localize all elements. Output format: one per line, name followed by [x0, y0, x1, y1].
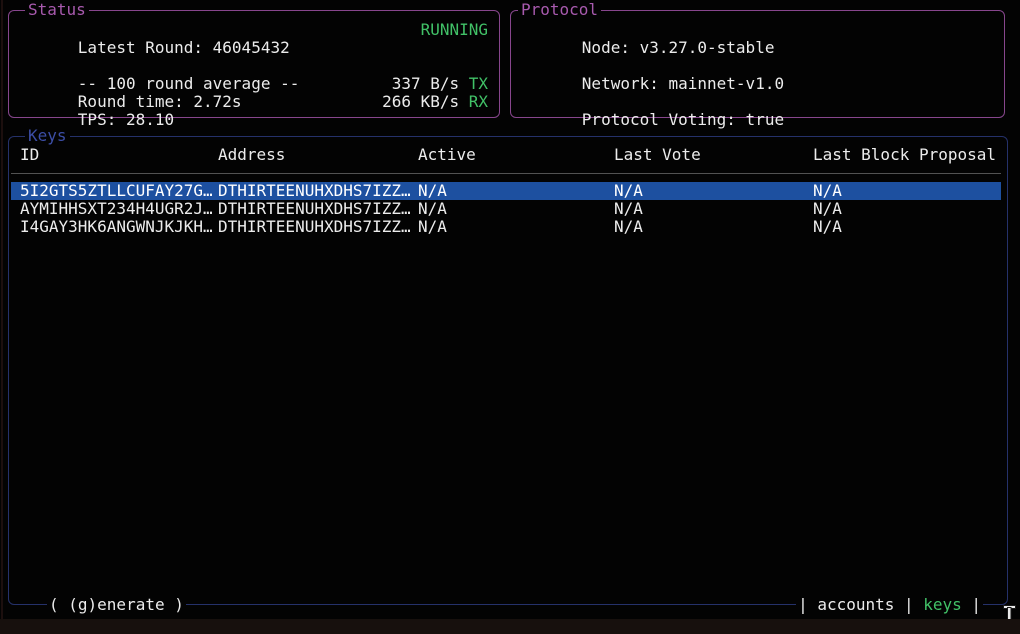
window-edge-bottom — [0, 619, 1020, 634]
protocol-panel: Protocol Node: v3.27.0-stable Network: m… — [510, 10, 1005, 118]
rx-label: RX — [469, 93, 488, 111]
column-header-last-block-proposal: Last Block Proposal — [813, 146, 996, 164]
window-edge-left — [1, 0, 3, 634]
key-address: DTHIRTEENUHXDHS7IZZ… — [218, 200, 411, 218]
key-id: I4GAY3HK6ANGWNJKJKH… — [20, 218, 213, 236]
key-id: 5I2GTS5ZTLLCUFAY27G… — [20, 182, 213, 200]
tab-separator: | — [971, 596, 981, 614]
column-header-last-vote: Last Vote — [614, 146, 701, 164]
network-line: Network: mainnet-v1.0 — [524, 57, 993, 75]
column-header-id: ID — [20, 146, 39, 164]
status-running-badge: RUNNING — [421, 21, 488, 39]
key-last-vote: N/A — [614, 218, 643, 236]
round-average-header: -- 100 round average -- — [20, 57, 488, 75]
tab-separator: | — [904, 596, 914, 614]
view-tabbar: | accounts | keys | — [796, 596, 983, 614]
status-panel-title: Status — [25, 1, 89, 19]
terminal-screen: Status Latest Round: 46045432 RUNNING --… — [0, 0, 1020, 634]
table-row[interactable]: 5I2GTS5ZTLLCUFAY27G… DTHIRTEENUHXDHS7IZZ… — [11, 182, 1001, 200]
tps-line: TPS: 28.10 266 KB/s RX — [20, 93, 488, 111]
rx-rate-value: 266 KB/s — [382, 93, 459, 111]
key-active: N/A — [418, 182, 447, 200]
latest-round-value: Latest Round: 46045432 — [78, 38, 290, 57]
key-active: N/A — [418, 218, 447, 236]
table-row[interactable]: I4GAY3HK6ANGWNJKJKH… DTHIRTEENUHXDHS7IZZ… — [11, 218, 1001, 236]
round-time-line: Round time: 2.72s 337 B/s TX — [20, 75, 488, 93]
tab-separator: | — [798, 596, 808, 614]
tx-label: TX — [469, 75, 488, 93]
latest-round-line: Latest Round: 46045432 RUNNING — [20, 21, 488, 39]
column-header-active: Active — [418, 146, 476, 164]
tps-value: TPS: 28.10 — [78, 110, 174, 129]
key-last-vote: N/A — [614, 182, 643, 200]
keys-panel-title: Keys — [25, 127, 70, 145]
status-panel: Status Latest Round: 46045432 RUNNING --… — [8, 10, 500, 118]
tab-accounts[interactable]: accounts — [817, 596, 894, 614]
key-last-block-proposal: N/A — [813, 218, 842, 236]
protocol-panel-title: Protocol — [518, 1, 601, 19]
tx-rate-value: 337 B/s — [392, 75, 459, 93]
key-address: DTHIRTEENUHXDHS7IZZ… — [218, 218, 411, 236]
generate-button[interactable]: ( (g)enerate ) — [47, 596, 186, 614]
key-id: AYMIHHSXT234H4UGR2J… — [20, 200, 213, 218]
keys-panel: Keys ID Address Active Last Vote Last Bl… — [8, 136, 1008, 605]
node-version-line: Node: v3.27.0-stable — [524, 21, 993, 39]
header-divider — [11, 173, 1001, 174]
key-active: N/A — [418, 200, 447, 218]
key-address: DTHIRTEENUHXDHS7IZZ… — [218, 182, 411, 200]
key-last-block-proposal: N/A — [813, 182, 842, 200]
keys-table-header: ID Address Active Last Vote Last Block P… — [11, 146, 1001, 164]
protocol-voting-line: Protocol Voting: true — [524, 93, 993, 111]
key-last-vote: N/A — [614, 200, 643, 218]
key-last-block-proposal: N/A — [813, 200, 842, 218]
table-row[interactable]: AYMIHHSXT234H4UGR2J… DTHIRTEENUHXDHS7IZZ… — [11, 200, 1001, 218]
tab-keys[interactable]: keys — [923, 596, 962, 614]
column-header-address: Address — [218, 146, 285, 164]
